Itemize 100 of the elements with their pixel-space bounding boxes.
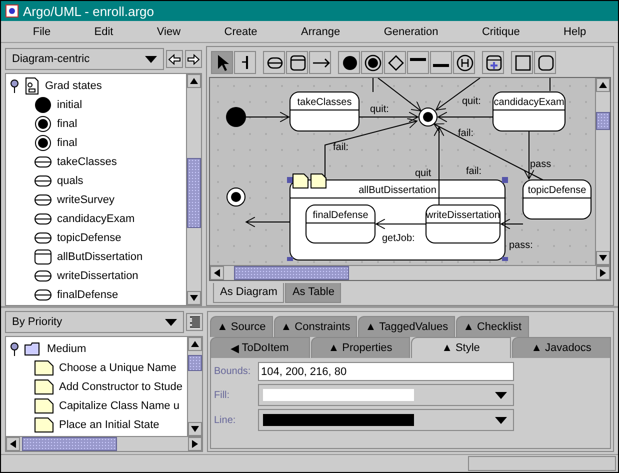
detail-tab[interactable]: ▲ TaggedValues	[358, 316, 456, 337]
tool-button[interactable]	[263, 51, 285, 74]
initial-state-dot[interactable]	[226, 107, 246, 127]
tool-button[interactable]	[482, 51, 504, 74]
rounded-state-icon	[34, 212, 52, 224]
tool-button[interactable]	[361, 51, 383, 74]
scroll-arrow-icon[interactable]	[190, 294, 198, 302]
field-label: Bounds:	[214, 366, 252, 377]
scrollbar-thumb[interactable]	[188, 355, 202, 371]
transition-arrow[interactable]	[500, 218, 524, 230]
tree-item[interactable]: Medium	[10, 339, 187, 358]
tree-item[interactable]: Grad states	[10, 76, 186, 95]
scroll-arrow-icon[interactable]	[191, 340, 199, 348]
tree-item[interactable]: writeSurvey	[10, 190, 186, 209]
tool-button[interactable]	[211, 51, 233, 74]
tree-item[interactable]: Capitalize Class Name u	[10, 396, 187, 415]
bounds-field[interactable]: 104, 200, 216, 80	[258, 362, 514, 381]
view-tab[interactable]: As Table	[285, 283, 342, 303]
scrollbar-thumb[interactable]	[234, 266, 349, 280]
expand-handle-icon[interactable]	[10, 342, 19, 356]
scroll-arrow-icon[interactable]	[9, 440, 17, 448]
grouping-dropdown[interactable]: By Priority	[5, 311, 184, 333]
state-node[interactable]: topicDefense	[522, 180, 592, 220]
state-node[interactable]: takeClasses	[290, 92, 360, 132]
menu-item[interactable]: Help	[558, 26, 592, 38]
tool-button[interactable]	[309, 51, 331, 74]
final-state-node[interactable]	[418, 108, 438, 126]
tool-button[interactable]	[430, 51, 452, 74]
detail-tab[interactable]: ▲ Constraints	[274, 316, 358, 337]
horizontal-scrollbar[interactable]	[210, 265, 610, 280]
tree-item[interactable]: finalDefense	[10, 285, 186, 304]
tool-button[interactable]	[286, 51, 308, 74]
detail-tab[interactable]: ▲ Source	[210, 316, 273, 337]
forward-button[interactable]	[185, 50, 202, 68]
tool-button[interactable]	[407, 51, 429, 74]
scroll-arrow-icon[interactable]	[190, 77, 198, 85]
detail-tab[interactable]: ▲ Style	[411, 337, 510, 358]
detail-tab[interactable]: ▲ Properties	[310, 337, 410, 358]
horizontal-scrollbar[interactable]	[6, 436, 202, 451]
tree-item[interactable]: quals	[10, 171, 186, 190]
menu-item[interactable]: Edit	[88, 26, 120, 38]
tree-item[interactable]: writeDissertation	[10, 266, 186, 285]
state-node[interactable]: finalDefense	[306, 204, 376, 244]
scrollbar-thumb[interactable]	[596, 112, 610, 130]
tree-item[interactable]: final	[10, 133, 186, 152]
detail-tab[interactable]: ▲ Javadocs	[512, 337, 611, 358]
transition-arrow[interactable]	[376, 218, 426, 230]
tree-item[interactable]: initial	[10, 95, 186, 114]
transition-label: fail:	[458, 128, 474, 139]
scrollbar-thumb[interactable]	[187, 158, 201, 228]
tree-item[interactable]: candidacyExam	[10, 209, 186, 228]
back-button[interactable]	[166, 50, 183, 68]
detail-tab[interactable]: ◀ ToDoItem	[210, 337, 310, 358]
transition-label: pass:	[509, 240, 533, 251]
scrollbar-thumb[interactable]	[22, 437, 117, 451]
perspective-dropdown[interactable]: Diagram-centric	[5, 48, 164, 70]
tool-button[interactable]	[234, 51, 256, 74]
expand-handle-icon[interactable]	[10, 78, 19, 92]
menu-item[interactable]: Arrange	[294, 26, 346, 38]
transition-arrow[interactable]	[246, 112, 290, 122]
tool-button[interactable]	[338, 51, 360, 74]
tree-item[interactable]: takeClasses	[10, 152, 186, 171]
tree-item[interactable]: topicDefense	[10, 228, 186, 247]
diagram-icon	[24, 76, 40, 94]
state-node[interactable]: writeDissertation	[426, 204, 500, 244]
rounded-state-icon	[34, 232, 52, 244]
tree-item[interactable]: allButDissertation	[10, 247, 186, 266]
vertical-scrollbar[interactable]	[595, 78, 610, 265]
view-tab[interactable]: As Diagram	[213, 283, 284, 303]
scroll-arrow-icon[interactable]	[599, 81, 607, 89]
menu-item[interactable]: View	[150, 26, 187, 38]
tool-button[interactable]	[384, 51, 406, 74]
state-node[interactable]: candidacyExam	[492, 92, 566, 132]
transition-arrow[interactable]	[438, 112, 494, 122]
note-icon	[34, 398, 54, 414]
menu-item[interactable]: Create	[218, 26, 264, 38]
tree-item[interactable]: Choose a Unique Name	[10, 358, 187, 377]
tree-item[interactable]: final	[10, 114, 186, 133]
transition-arrow[interactable]	[436, 78, 480, 110]
transition-arrow[interactable]	[246, 216, 290, 228]
line-dropdown[interactable]	[258, 409, 514, 431]
scroll-arrow-icon[interactable]	[213, 269, 221, 277]
menu-item[interactable]: Generation	[378, 26, 444, 38]
composite-state-icon	[34, 248, 52, 264]
tree-item[interactable]: Add Constructor to Stude	[10, 377, 187, 396]
menu-item[interactable]: File	[26, 26, 57, 38]
note-icon	[34, 416, 54, 432]
vertical-scrollbar[interactable]	[186, 74, 201, 305]
menu-item[interactable]: Critique	[476, 26, 526, 38]
tool-button[interactable]	[534, 51, 556, 74]
vertical-scrollbar[interactable]	[187, 337, 202, 436]
note-icon	[310, 174, 326, 188]
tree-item[interactable]: Place an Initial State	[10, 415, 187, 434]
final-state-node[interactable]	[226, 188, 246, 206]
tool-button[interactable]	[511, 51, 533, 74]
tool-button[interactable]	[453, 51, 475, 74]
detail-tab[interactable]: ▲ Checklist	[456, 316, 529, 337]
caret-icon	[165, 318, 177, 326]
transition-label: getJob:	[382, 233, 415, 244]
flat-tree-button[interactable]	[186, 313, 203, 331]
